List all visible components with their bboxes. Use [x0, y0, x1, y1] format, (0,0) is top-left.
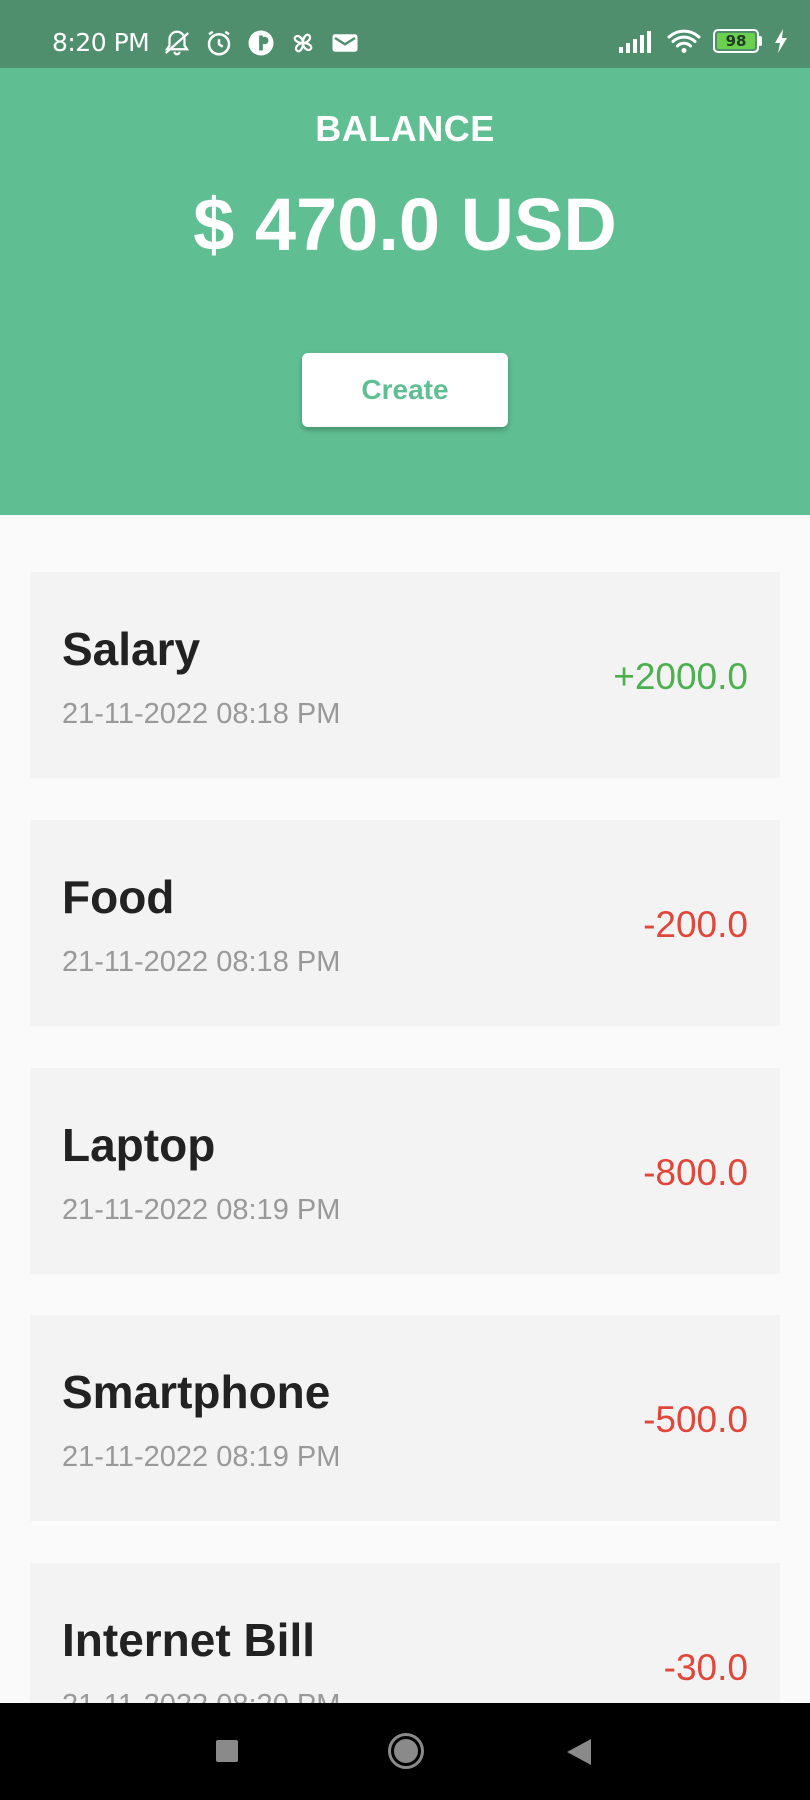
balance-header: BALANCE $ 470.0 USD Create — [0, 68, 810, 515]
pinwheel-icon — [293, 33, 313, 53]
recents-icon[interactable] — [216, 1740, 238, 1762]
transaction-card[interactable]: Internet Bill 21-11-2022 08:20 PM -30.0 — [30, 1563, 780, 1703]
transaction-date: 21-11-2022 08:19 PM — [62, 1194, 341, 1226]
transaction-card[interactable]: Food 21-11-2022 08:18 PM -200.0 — [30, 820, 780, 1026]
transaction-date: 21-11-2022 08:19 PM — [62, 1441, 341, 1473]
transaction-card[interactable]: Salary 21-11-2022 08:18 PM +2000.0 — [30, 572, 780, 778]
transaction-amount: -800.0 — [643, 1152, 748, 1193]
alarm-icon — [207, 30, 231, 56]
transaction-card[interactable]: Smartphone 21-11-2022 08:19 PM -500.0 — [30, 1315, 780, 1521]
create-button[interactable]: Create — [302, 353, 508, 427]
transaction-date: 21-11-2022 08:20 PM — [62, 1689, 340, 1703]
transaction-title: Salary — [62, 623, 201, 675]
transaction-title: Smartphone — [62, 1366, 331, 1418]
app-icon — [248, 30, 274, 56]
back-icon[interactable] — [567, 1739, 591, 1765]
status-notification-icons — [162, 28, 360, 58]
transaction-amount: -30.0 — [663, 1647, 748, 1688]
balance-amount: $ 470.0 USD — [193, 183, 617, 266]
transaction-list[interactable]: Salary 21-11-2022 08:18 PM +2000.0 Food … — [0, 515, 810, 1703]
signal-icon — [619, 31, 651, 53]
wifi-icon — [667, 29, 701, 53]
transaction-card[interactable]: Laptop 21-11-2022 08:19 PM -800.0 — [30, 1068, 780, 1274]
transaction-amount: -500.0 — [643, 1399, 748, 1440]
battery-level: 98 — [717, 32, 755, 50]
status-time: 8:20 PM — [52, 28, 150, 57]
transaction-title: Internet Bill — [62, 1614, 316, 1666]
charging-icon — [775, 29, 787, 53]
navigation-bar — [0, 1703, 810, 1800]
status-system-icons: 98 — [619, 28, 788, 54]
message-icon — [332, 34, 358, 52]
transaction-date: 21-11-2022 08:18 PM — [62, 946, 341, 978]
transaction-title: Food — [62, 871, 175, 923]
transaction-amount: -200.0 — [643, 904, 748, 945]
home-icon[interactable] — [388, 1733, 424, 1769]
status-bar: 8:20 PM 98 — [0, 0, 810, 68]
balance-label: BALANCE — [315, 108, 495, 149]
battery-icon: 98 — [713, 29, 762, 53]
transaction-title: Laptop — [62, 1119, 216, 1171]
mute-icon — [164, 30, 190, 56]
transaction-amount: +2000.0 — [613, 656, 748, 697]
transaction-date: 21-11-2022 08:18 PM — [62, 698, 341, 730]
